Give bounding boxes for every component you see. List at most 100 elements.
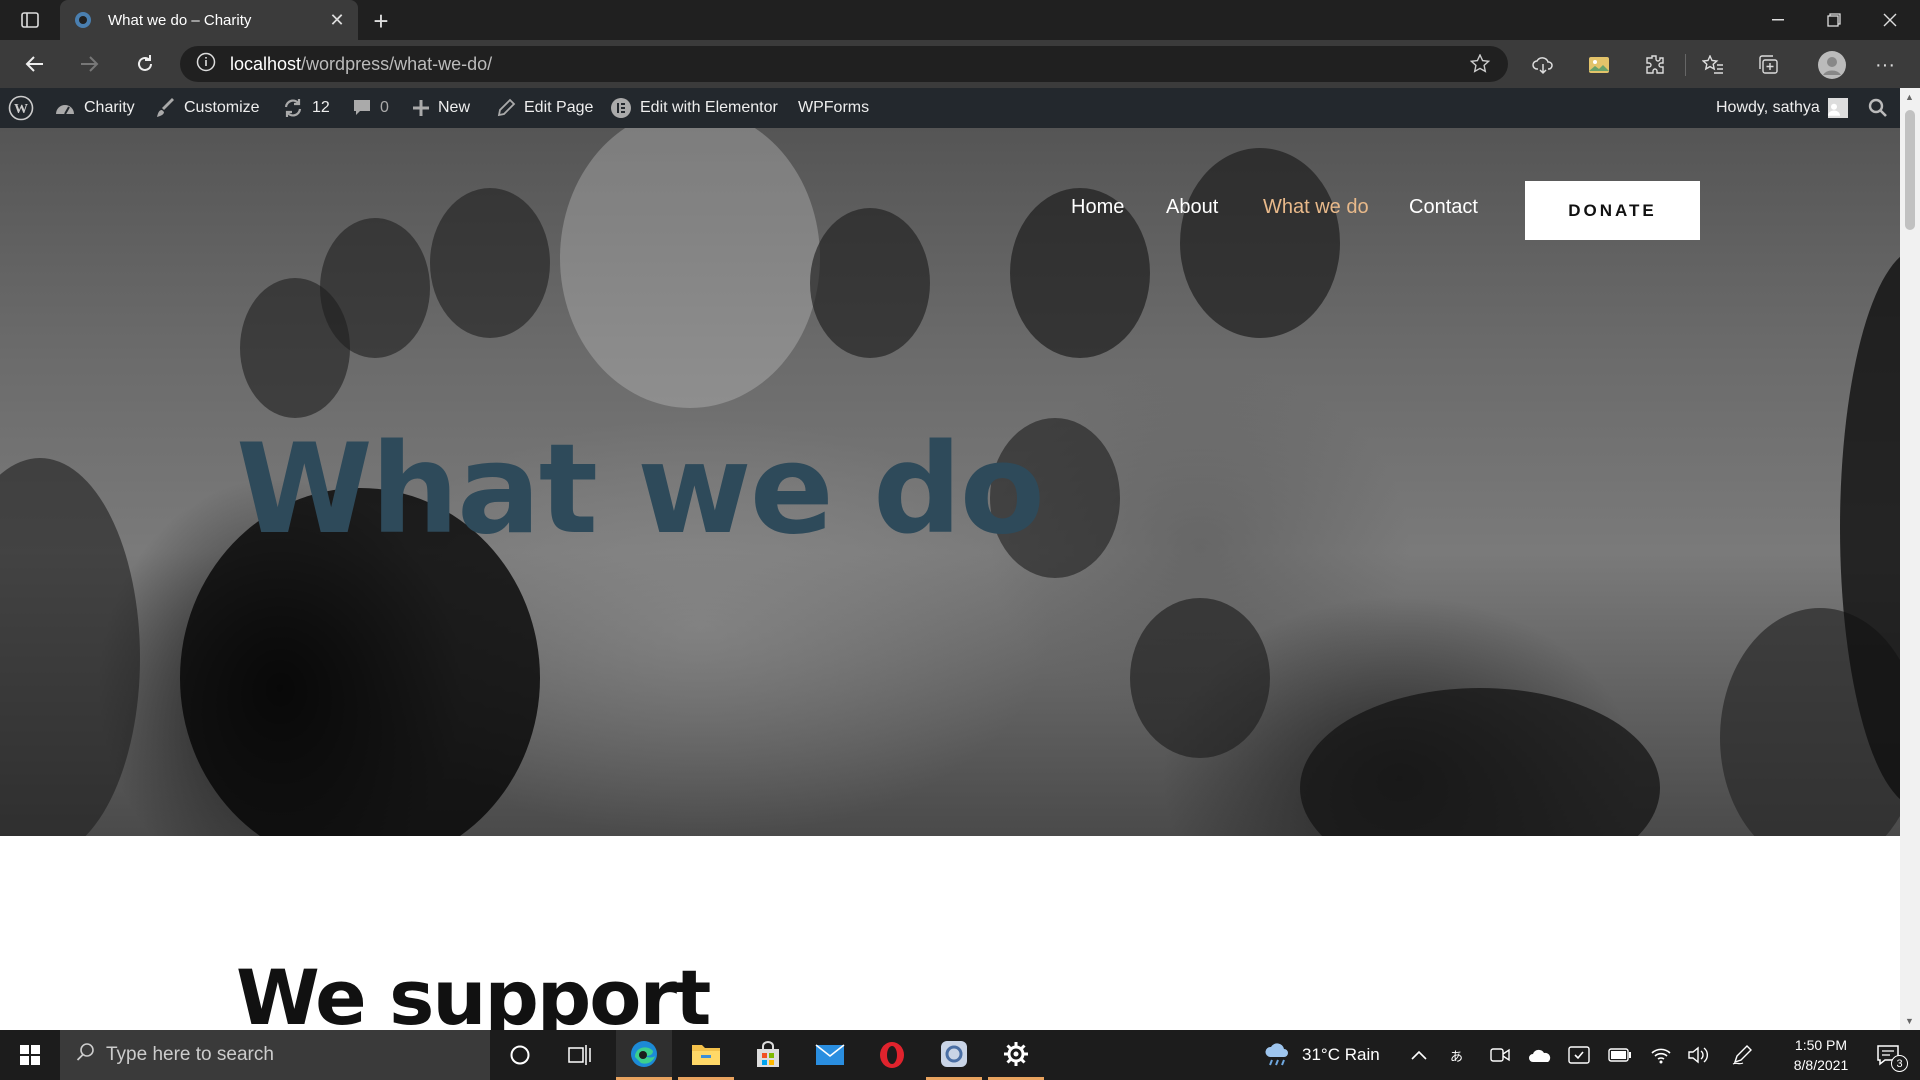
admin-updates[interactable]: 12 bbox=[282, 88, 330, 128]
hero-photo-shape bbox=[0, 458, 140, 836]
app-taskbar-icon[interactable] bbox=[926, 1030, 982, 1080]
user-avatar-icon bbox=[1827, 98, 1848, 118]
tab-actions-icon[interactable] bbox=[14, 8, 46, 32]
hero-photo-shape bbox=[1300, 688, 1660, 836]
donate-button[interactable]: DONATE bbox=[1525, 181, 1700, 240]
plus-icon bbox=[413, 100, 429, 116]
start-icon[interactable] bbox=[2, 1030, 58, 1080]
volume-icon[interactable] bbox=[1688, 1030, 1710, 1080]
admin-new[interactable]: New bbox=[412, 88, 470, 128]
rain-cloud-icon bbox=[1265, 1043, 1288, 1066]
updates-count: 12 bbox=[312, 99, 330, 116]
close-window-icon[interactable] bbox=[1862, 0, 1918, 40]
admin-wpforms[interactable]: WPForms bbox=[798, 88, 869, 128]
file-explorer-icon[interactable] bbox=[678, 1030, 734, 1080]
taskbar-search[interactable]: Type here to search bbox=[60, 1030, 490, 1080]
url-host: localhost bbox=[230, 53, 302, 74]
admin-customize[interactable]: Customize bbox=[156, 88, 260, 128]
scroll-thumb[interactable] bbox=[1905, 110, 1915, 230]
hero-title: What we do bbox=[236, 418, 1045, 562]
add-favorite-icon[interactable] bbox=[1469, 53, 1492, 79]
admin-edit-page[interactable]: Edit Page bbox=[496, 88, 593, 128]
new-tab-icon[interactable]: + bbox=[366, 6, 396, 36]
cortana-icon[interactable] bbox=[492, 1030, 548, 1080]
page-scrollbar[interactable]: ▲ ▼ bbox=[1900, 88, 1920, 1030]
favorites-icon[interactable] bbox=[1700, 52, 1726, 78]
tab-close-icon[interactable]: ✕ bbox=[322, 5, 352, 35]
battery-icon[interactable] bbox=[1608, 1030, 1632, 1080]
comments-count: 0 bbox=[380, 99, 389, 116]
refresh-icon[interactable] bbox=[128, 48, 162, 80]
wp-admin-bar: W Charity Customize 12 0 New Edit Page E… bbox=[0, 88, 1920, 128]
wpforms-label: WPForms bbox=[798, 99, 870, 116]
wordpress-logo-icon[interactable]: W bbox=[8, 88, 42, 128]
nav-about[interactable]: About bbox=[1166, 196, 1218, 219]
forward-icon[interactable] bbox=[72, 48, 106, 80]
wifi-icon[interactable] bbox=[1650, 1030, 1672, 1080]
pen-workspace-icon[interactable] bbox=[1732, 1030, 1754, 1080]
updates-icon bbox=[284, 99, 302, 117]
customize-label: Customize bbox=[184, 99, 260, 116]
elementor-icon bbox=[611, 98, 631, 118]
minimize-icon[interactable] bbox=[1750, 0, 1806, 40]
nav-home[interactable]: Home bbox=[1071, 196, 1124, 219]
profile-avatar-icon[interactable] bbox=[1815, 48, 1849, 82]
edge-taskbar-icon[interactable] bbox=[616, 1030, 672, 1080]
admin-edit-elementor[interactable]: Edit with Elementor bbox=[610, 88, 778, 128]
admin-site-name[interactable]: Charity bbox=[54, 88, 135, 128]
browser-toolbar: localhost/wordpress/what-we-do/ ··· bbox=[0, 40, 1920, 88]
section-title: We support bbox=[236, 953, 711, 1030]
hero-photo-shape bbox=[240, 278, 350, 418]
pencil-icon bbox=[497, 98, 516, 117]
more-options-icon[interactable]: ··· bbox=[1872, 52, 1898, 78]
brush-icon bbox=[157, 98, 174, 117]
collections-icon[interactable] bbox=[1756, 52, 1782, 78]
cloud-download-icon[interactable] bbox=[1530, 52, 1556, 78]
svg-text:W: W bbox=[14, 102, 28, 117]
comment-icon bbox=[354, 100, 370, 115]
mail-icon[interactable] bbox=[802, 1030, 858, 1080]
scroll-down-icon[interactable]: ▼ bbox=[1905, 1016, 1914, 1026]
weather-text: 31°C Rain bbox=[1302, 1045, 1380, 1064]
extensions-icon[interactable] bbox=[1642, 52, 1668, 78]
admin-comments[interactable]: 0 bbox=[352, 88, 389, 128]
opera-icon[interactable] bbox=[864, 1030, 920, 1080]
hero-photo-shape bbox=[430, 188, 550, 338]
hero-photo-shape bbox=[1180, 148, 1340, 338]
nav-what-we-do[interactable]: What we do bbox=[1263, 196, 1369, 219]
back-icon[interactable] bbox=[18, 48, 52, 80]
clock-date: 8/8/2021 bbox=[1793, 1057, 1849, 1073]
task-view-icon[interactable] bbox=[552, 1030, 608, 1080]
hero-photo-shape bbox=[810, 208, 930, 358]
clock[interactable]: 1:50 PM 8/8/2021 bbox=[1776, 1030, 1866, 1080]
admin-account[interactable]: Howdy, sathya bbox=[1716, 88, 1848, 128]
security-icon[interactable] bbox=[1568, 1030, 1590, 1080]
show-hidden-icons-icon[interactable] bbox=[1410, 1030, 1428, 1080]
site-info-icon[interactable] bbox=[196, 52, 216, 77]
weather-widget[interactable]: 31°C Rain bbox=[1262, 1030, 1380, 1080]
search-placeholder: Type here to search bbox=[106, 1044, 274, 1065]
browser-tab-active[interactable]: What we do – Charity ✕ bbox=[60, 0, 358, 40]
settings-gear-icon[interactable] bbox=[988, 1030, 1044, 1080]
nav-contact[interactable]: Contact bbox=[1409, 196, 1478, 219]
onedrive-icon[interactable] bbox=[1528, 1030, 1552, 1080]
notifications-icon[interactable]: 3 bbox=[1868, 1030, 1908, 1080]
notification-count-badge: 3 bbox=[1891, 1055, 1908, 1072]
page-viewport: Home About What we do Contact DONATE Wha… bbox=[0, 128, 1900, 1030]
image-extension-icon[interactable] bbox=[1586, 52, 1612, 78]
store-icon[interactable] bbox=[740, 1030, 796, 1080]
search-icon bbox=[76, 1042, 96, 1068]
input-method-icon[interactable]: あ bbox=[1450, 1030, 1463, 1080]
hero-section: Home About What we do Contact DONATE Wha… bbox=[0, 128, 1900, 836]
meet-now-icon[interactable] bbox=[1490, 1030, 1510, 1080]
scroll-up-icon[interactable]: ▲ bbox=[1905, 92, 1914, 102]
hero-photo-shape bbox=[1130, 598, 1270, 758]
restore-icon[interactable] bbox=[1806, 0, 1862, 40]
clock-time: 1:50 PM bbox=[1794, 1037, 1848, 1053]
windows-taskbar: Type here to search 31°C Rain あ 1:50 PM … bbox=[0, 1030, 1920, 1080]
edit-elementor-label: Edit with Elementor bbox=[640, 99, 778, 116]
url-path: /wordpress/what-we-do/ bbox=[301, 53, 493, 74]
tab-title: What we do – Charity bbox=[108, 11, 252, 29]
admin-search-icon[interactable] bbox=[1868, 88, 1896, 128]
address-bar[interactable]: localhost/wordpress/what-we-do/ bbox=[180, 46, 1508, 82]
